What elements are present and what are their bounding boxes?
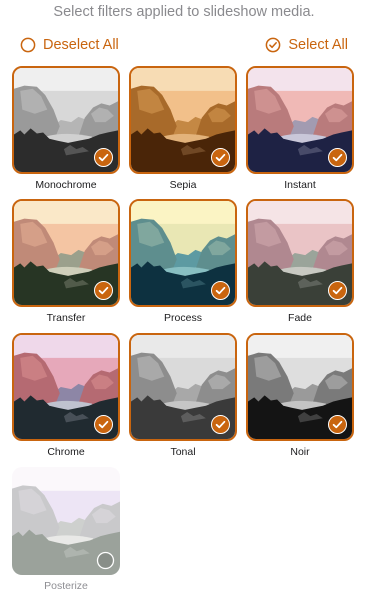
checkmark-selected-icon: [328, 281, 347, 300]
checkmark-selected-icon: [94, 415, 113, 434]
filter-tile-tonal[interactable]: Tonal: [129, 333, 237, 458]
empty-circle-icon: [20, 37, 36, 53]
empty-circle-icon: [96, 551, 115, 570]
filter-label: Process: [164, 312, 202, 324]
filter-thumbnail[interactable]: [12, 333, 120, 441]
checkmark-selected-icon: [94, 148, 113, 167]
filter-label: Tonal: [170, 446, 196, 458]
filter-label: Instant: [284, 179, 316, 191]
checkmark-selected-icon: [328, 415, 347, 434]
filter-tile-monochrome[interactable]: Monochrome: [12, 66, 120, 191]
filter-thumbnail[interactable]: [129, 66, 237, 174]
filter-label: Posterize: [44, 580, 88, 592]
filter-thumbnail[interactable]: [12, 467, 120, 575]
checkmark-selected-icon: [328, 148, 347, 167]
select-all-button[interactable]: Select All: [265, 37, 348, 53]
filter-thumbnail[interactable]: [246, 333, 354, 441]
filter-label: Noir: [290, 446, 310, 458]
filter-label: Sepia: [169, 179, 197, 191]
checkmark-selected-icon: [94, 281, 113, 300]
check-circle-icon: [265, 37, 281, 53]
checkmark-selected-icon: [211, 415, 230, 434]
filter-label: Chrome: [47, 446, 85, 458]
filter-thumbnail[interactable]: [12, 199, 120, 307]
filter-tile-transfer[interactable]: Transfer: [12, 199, 120, 324]
deselect-all-label: Deselect All: [43, 37, 119, 53]
filter-tile-posterize[interactable]: Posterize: [12, 467, 120, 592]
checkmark-selected-icon: [211, 281, 230, 300]
filter-label: Monochrome: [35, 179, 97, 191]
filter-label: Transfer: [46, 312, 86, 324]
deselect-all-button[interactable]: Deselect All: [20, 37, 119, 53]
filter-tile-fade[interactable]: Fade: [246, 199, 354, 324]
filter-thumbnail[interactable]: [129, 199, 237, 307]
filter-label: Fade: [288, 312, 312, 324]
filter-thumbnail[interactable]: [246, 199, 354, 307]
filter-tile-sepia[interactable]: Sepia: [129, 66, 237, 191]
filter-thumbnail[interactable]: [12, 66, 120, 174]
filter-tile-chrome[interactable]: Chrome: [12, 333, 120, 458]
page-subtitle: Select filters applied to slideshow medi…: [53, 4, 315, 20]
checkmark-selected-icon: [211, 148, 230, 167]
filter-tile-instant[interactable]: Instant: [246, 66, 354, 191]
filter-thumbnail[interactable]: [246, 66, 354, 174]
filter-tile-noir[interactable]: Noir: [246, 333, 354, 458]
select-all-label: Select All: [288, 37, 348, 53]
filter-tile-process[interactable]: Process: [129, 199, 237, 324]
filter-thumbnail[interactable]: [129, 333, 237, 441]
